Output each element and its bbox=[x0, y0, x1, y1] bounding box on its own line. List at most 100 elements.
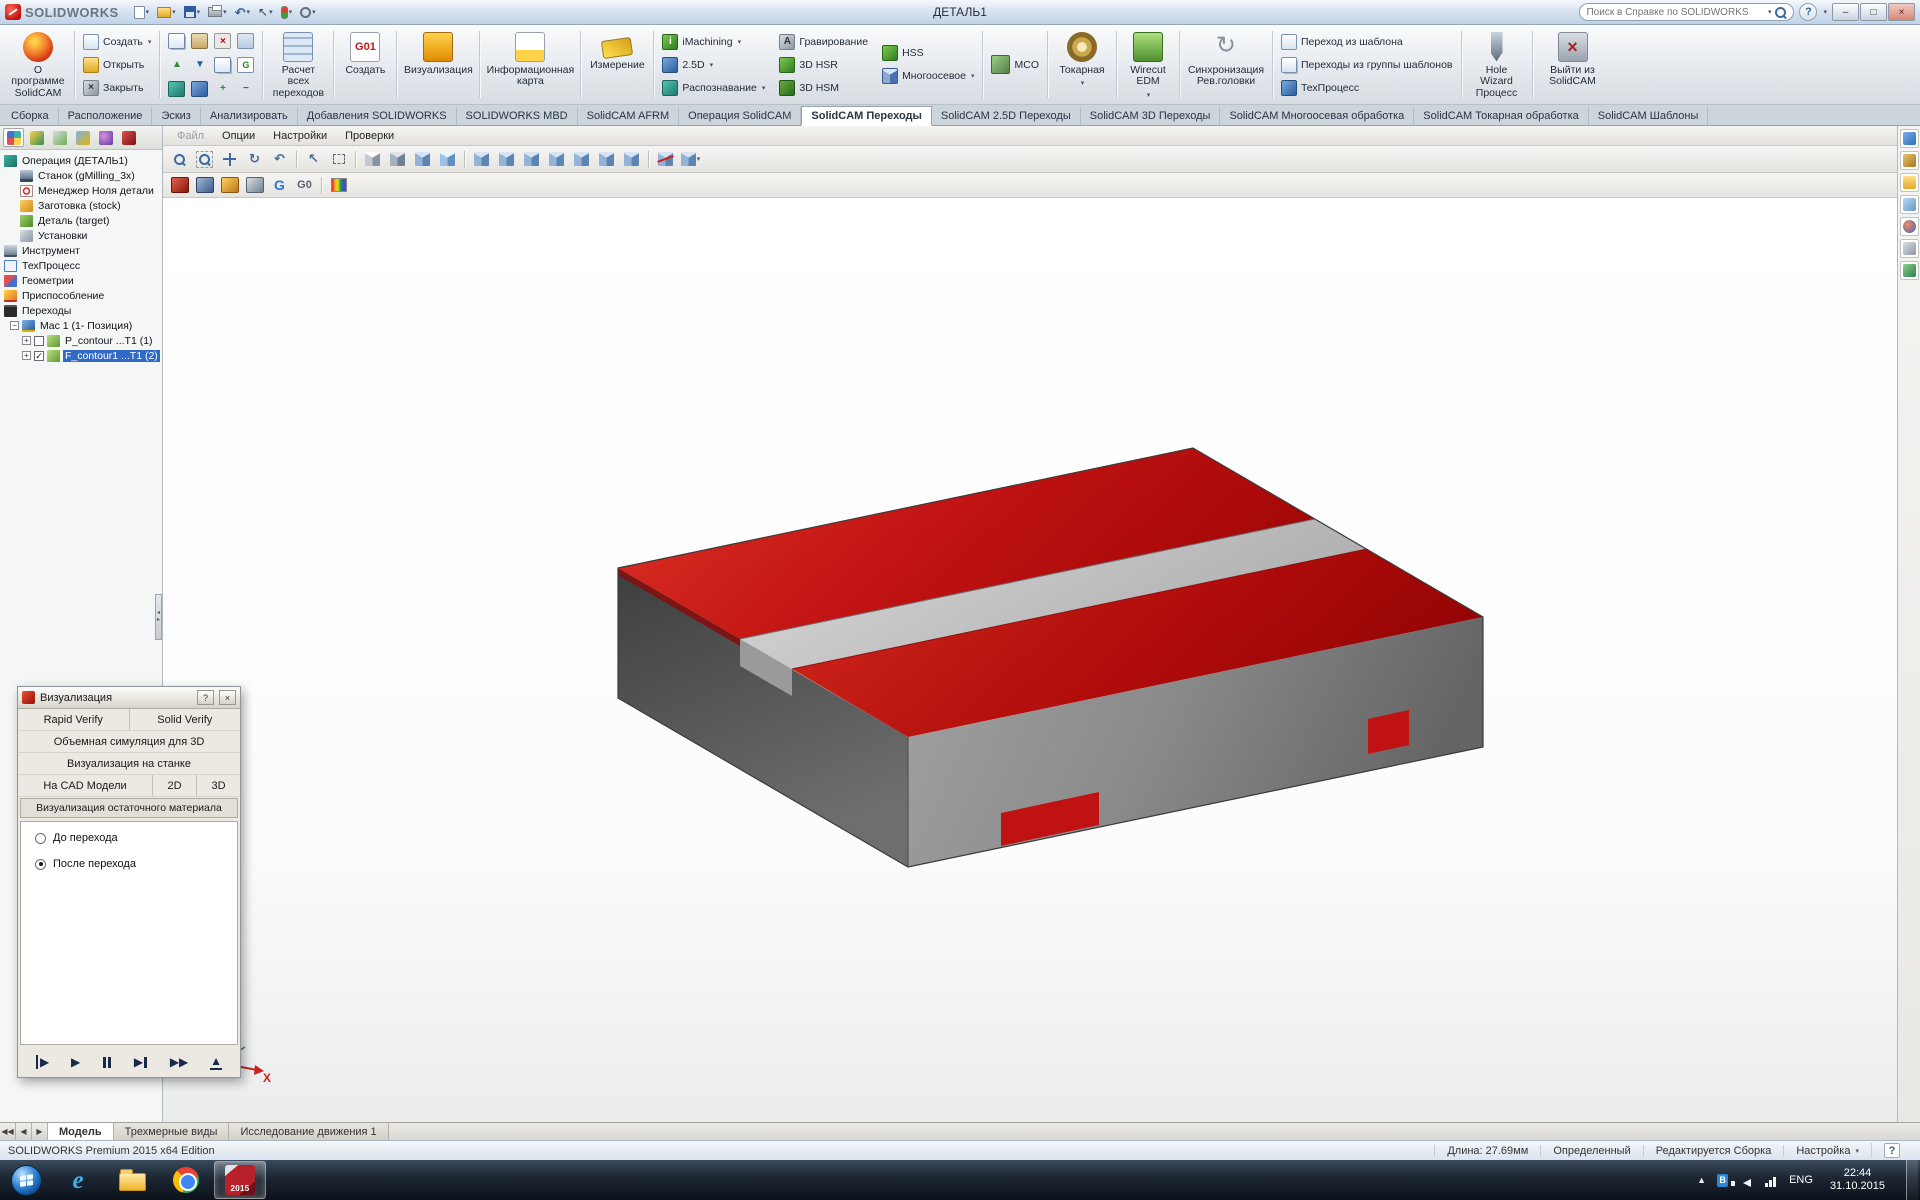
tree-item-mac1[interactable]: − Mac 1 (1- Позиция) bbox=[0, 318, 162, 333]
close-button[interactable]: × bbox=[1888, 3, 1915, 21]
mode-3d-button[interactable]: 3D bbox=[196, 775, 240, 797]
restore-button[interactable]: □ bbox=[1860, 3, 1887, 21]
rest-material-section-header[interactable]: Визуализация остаточного материала bbox=[20, 798, 238, 818]
start-button[interactable] bbox=[11, 1165, 42, 1196]
view-back-button[interactable] bbox=[495, 149, 518, 170]
sim-stop-button[interactable]: ▲ bbox=[210, 1054, 222, 1070]
tab-solidcam-3d[interactable]: SolidCAM 3D Переходы bbox=[1081, 107, 1221, 125]
tree-item-operation-root[interactable]: Операция (ДЕТАЛЬ1) bbox=[0, 153, 162, 168]
help-search-input[interactable] bbox=[1586, 7, 1763, 18]
select-button[interactable]: ↖▾ bbox=[255, 2, 276, 22]
tree-item-operations[interactable]: Переходы bbox=[0, 303, 162, 318]
print-button[interactable]: ▾ bbox=[205, 2, 230, 22]
move-operation-up-icon[interactable]: ▲ bbox=[168, 57, 185, 73]
design-library-tab[interactable] bbox=[1900, 151, 1919, 170]
tab-solidcam-operations[interactable]: SolidCAM Переходы bbox=[801, 106, 932, 126]
copy-operation-icon[interactable] bbox=[168, 33, 185, 49]
tree-item-coordsys-manager[interactable]: Менеджер Ноля детали bbox=[0, 183, 162, 198]
color-legend-button[interactable] bbox=[327, 175, 350, 196]
gcode-all-button[interactable]: G0 bbox=[293, 175, 316, 196]
expand-icon[interactable]: + bbox=[22, 351, 31, 360]
tree-item-techprocess[interactable]: ТехПроцесс bbox=[0, 258, 162, 273]
gcode-generate-icon[interactable]: G bbox=[237, 57, 254, 73]
tab-3d-views[interactable]: Трехмерные виды bbox=[114, 1123, 230, 1140]
menu-file[interactable]: Файл bbox=[169, 128, 212, 144]
view-left-button[interactable] bbox=[520, 149, 543, 170]
calculate-operation-icon[interactable] bbox=[237, 33, 254, 49]
operation-info-icon[interactable] bbox=[214, 57, 231, 73]
tree-item-p-contour[interactable]: + P_contour ...T1 (1) bbox=[0, 333, 162, 348]
rotate-view-button[interactable]: ↻ bbox=[243, 149, 266, 170]
machine-setup-icon[interactable] bbox=[168, 81, 185, 97]
tab-scroll-left-button[interactable]: ◀ bbox=[16, 1123, 32, 1140]
propertymanager-tab[interactable] bbox=[49, 128, 70, 147]
tray-clock[interactable]: 22:44 31.10.2015 bbox=[1824, 1167, 1891, 1193]
info-card-button[interactable]: Информационная карта bbox=[485, 28, 575, 102]
expand-operations-icon[interactable]: + bbox=[214, 81, 231, 97]
zoom-fit-button[interactable] bbox=[168, 149, 191, 170]
tab-solidcam-templates[interactable]: SolidCAM Шаблоны bbox=[1589, 107, 1709, 125]
chevron-down-icon[interactable]: ▾ bbox=[1823, 8, 1827, 16]
tree-item-stock[interactable]: Заготовка (stock) bbox=[0, 198, 162, 213]
previous-view-button[interactable]: ↶ bbox=[268, 149, 291, 170]
configuration-selector[interactable]: Настройка▾ bbox=[1783, 1145, 1871, 1157]
machine-simulation-button[interactable]: Визуализация на станке bbox=[18, 753, 240, 775]
tab-solidcam-afrm[interactable]: SolidCAM AFRM bbox=[578, 107, 680, 125]
display-shaded-button[interactable] bbox=[436, 149, 459, 170]
sync-revolver-button[interactable]: ↻ Синхронизация Рев.головки bbox=[1185, 28, 1267, 102]
sim-play-from-start-button[interactable]: ▶ bbox=[36, 1055, 49, 1069]
view-front-button[interactable] bbox=[470, 149, 493, 170]
mill-25d-button[interactable]: 2.5D▾ bbox=[659, 55, 768, 74]
tree-item-machine[interactable]: Станок (gMilling_3x) bbox=[0, 168, 162, 183]
chevron-down-icon[interactable]: ▾ bbox=[1768, 8, 1772, 16]
volume-tray-button[interactable] bbox=[1739, 1173, 1754, 1187]
expand-icon[interactable]: + bbox=[22, 336, 31, 345]
collapse-icon[interactable]: − bbox=[10, 321, 19, 330]
help-button[interactable]: ? bbox=[1799, 3, 1817, 21]
panel-splitter-grip[interactable]: ◂▸ bbox=[155, 594, 162, 640]
menu-checks[interactable]: Проверки bbox=[337, 128, 402, 144]
dialog-titlebar[interactable]: Визуализация ? × bbox=[18, 687, 240, 709]
volume-simulation-button[interactable]: Объемная симуляция для 3D bbox=[18, 731, 240, 753]
view-top-button[interactable] bbox=[570, 149, 593, 170]
show-desktop-button[interactable] bbox=[1906, 1160, 1918, 1200]
move-operation-down-icon[interactable]: ▼ bbox=[191, 57, 208, 73]
operation-checkbox-checked[interactable]: ✓ bbox=[34, 351, 44, 361]
tab-assembly[interactable]: Сборка bbox=[2, 107, 59, 125]
save-button[interactable]: ▾ bbox=[181, 2, 204, 22]
pan-button[interactable] bbox=[218, 149, 241, 170]
recognition-button[interactable]: Распознавание▾ bbox=[659, 78, 768, 97]
mco-button[interactable]: MCO bbox=[988, 55, 1042, 74]
techprocess-button[interactable]: ТехПроцесс bbox=[1278, 78, 1456, 97]
dialog-close-button[interactable]: × bbox=[219, 690, 236, 705]
tree-item-tools[interactable]: Инструмент bbox=[0, 243, 162, 258]
turning-button[interactable]: Токарная ▾ bbox=[1053, 28, 1111, 102]
hsr-3d-button[interactable]: 3D HSR bbox=[776, 55, 871, 74]
new-document-button[interactable]: ▾ bbox=[131, 2, 153, 22]
sim-play-button[interactable]: ▶ bbox=[71, 1055, 80, 1069]
view-bottom-button[interactable] bbox=[595, 149, 618, 170]
collapse-operations-icon[interactable]: − bbox=[237, 81, 254, 97]
engraving-button[interactable]: AГравирование bbox=[776, 32, 871, 51]
dialog-help-button[interactable]: ? bbox=[197, 690, 214, 705]
solidcam-manager-tab[interactable] bbox=[3, 128, 24, 147]
network-tray-button[interactable] bbox=[1763, 1173, 1778, 1187]
display-hidden-lines-button[interactable] bbox=[386, 149, 409, 170]
solidworks-forum-tab[interactable] bbox=[1900, 261, 1919, 280]
solidcam-operations-tab[interactable] bbox=[118, 128, 139, 147]
tree-item-settings[interactable]: Установки bbox=[0, 228, 162, 243]
graphics-viewport[interactable]: Z X bbox=[163, 198, 1897, 1122]
view-orientation-button[interactable]: ▾ bbox=[679, 149, 702, 170]
solidworks-resources-tab[interactable] bbox=[1900, 129, 1919, 148]
sim-step-button[interactable]: ▶ bbox=[134, 1055, 148, 1069]
zoom-area-button[interactable] bbox=[193, 149, 216, 170]
wirecut-button[interactable]: Wirecut EDM ▾ bbox=[1122, 28, 1174, 102]
simulate-operation-icon[interactable] bbox=[191, 81, 208, 97]
open-cam-part-button[interactable]: Открыть bbox=[80, 55, 154, 74]
taskbar-chrome[interactable] bbox=[160, 1161, 212, 1199]
paste-operation-icon[interactable] bbox=[191, 33, 208, 49]
sim-to-end-button[interactable]: ▶▶ bbox=[170, 1055, 188, 1069]
sim-solid-verify-button[interactable] bbox=[168, 175, 191, 196]
taskbar-internet-explorer[interactable]: e bbox=[52, 1161, 104, 1199]
operations-from-template-group-button[interactable]: Переходы из группы шаблонов bbox=[1278, 55, 1456, 74]
